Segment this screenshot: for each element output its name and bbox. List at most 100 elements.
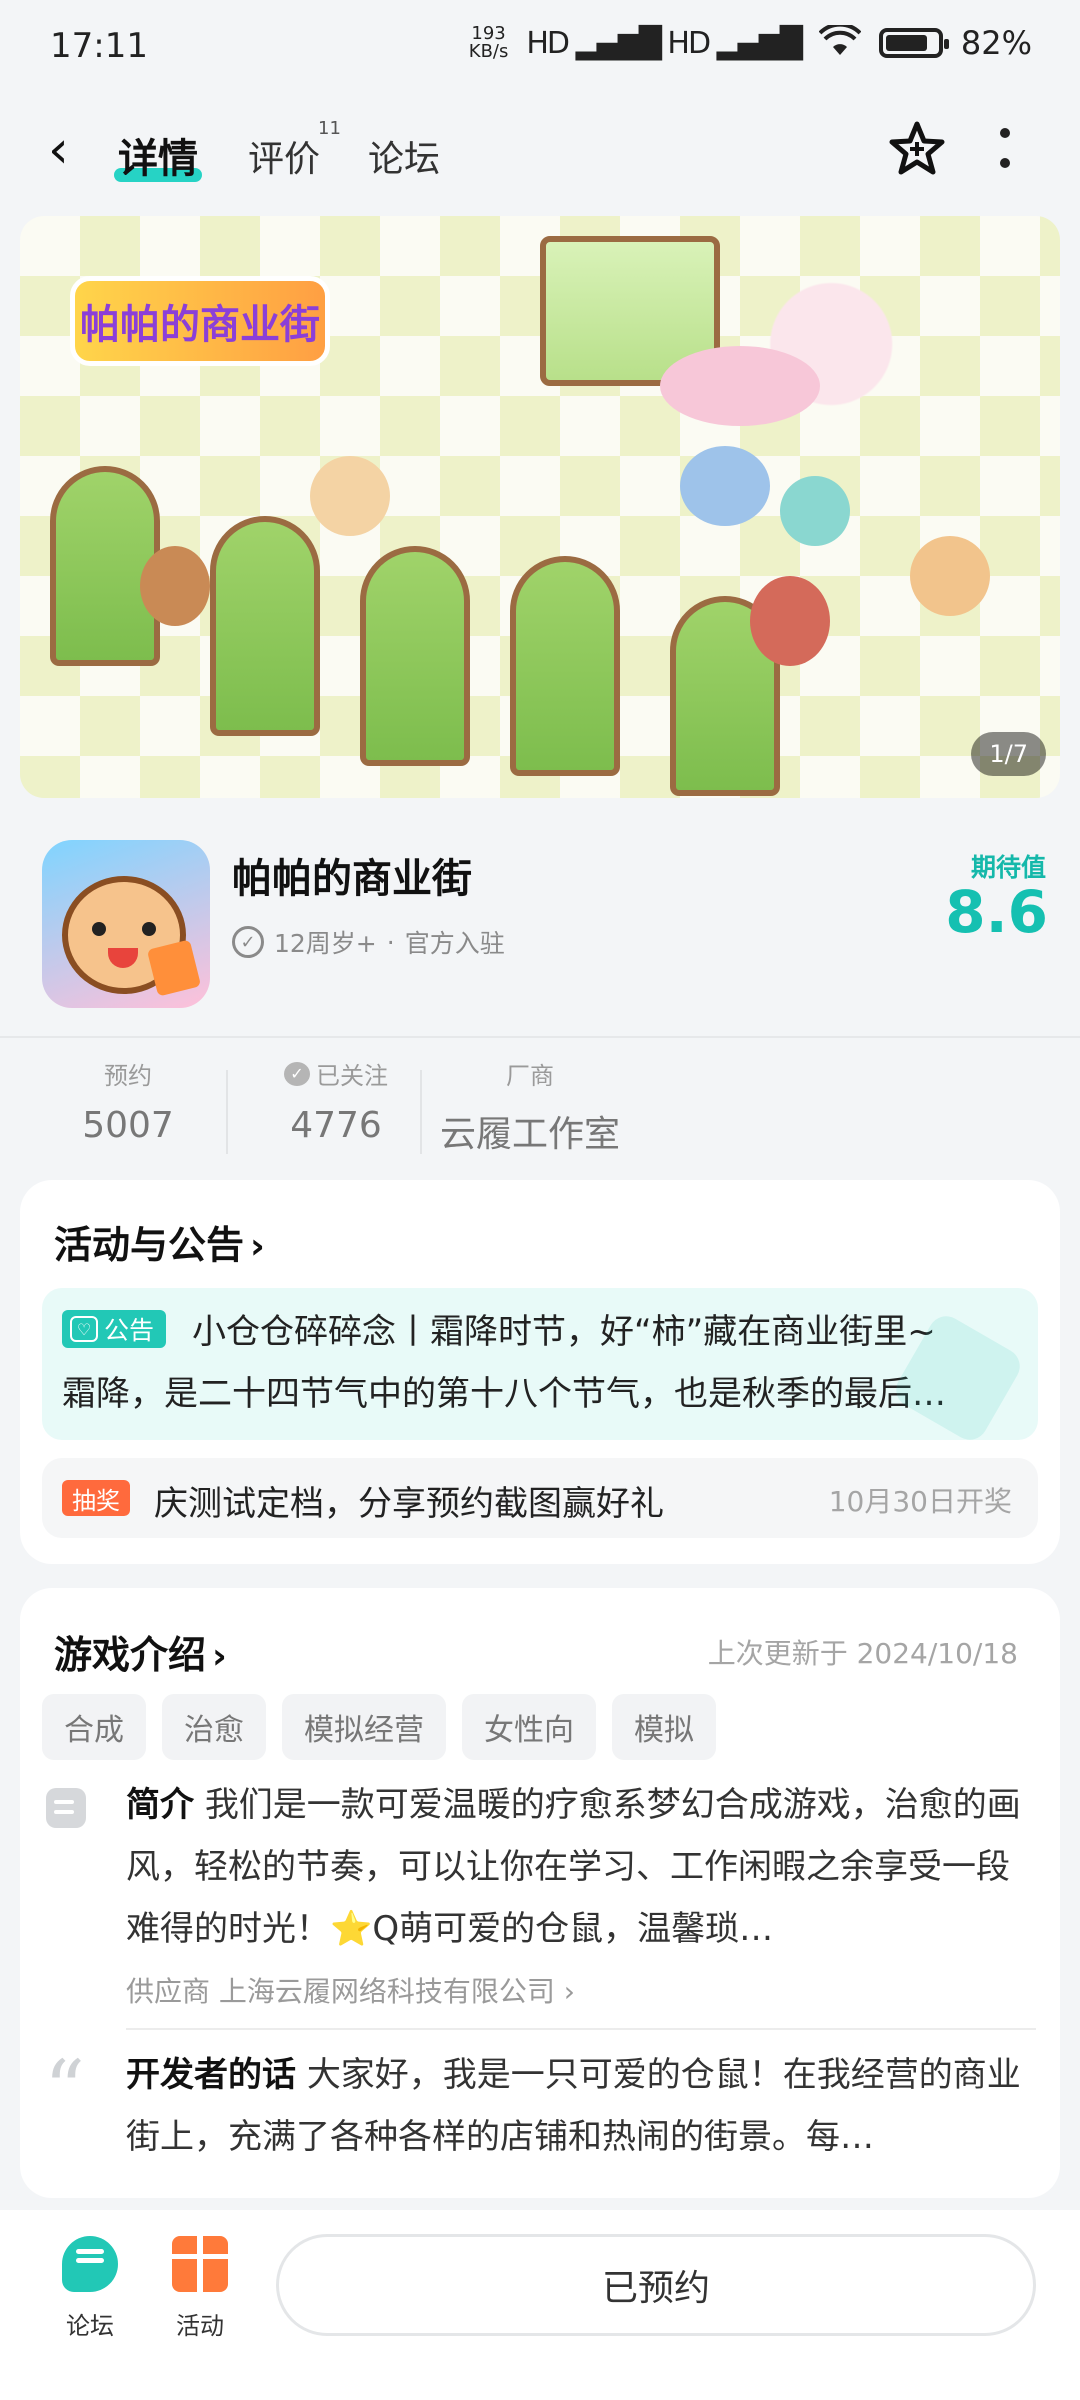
- bottom-forum-label: 论坛: [66, 2312, 114, 2340]
- app-icon: [42, 840, 210, 1008]
- chevron-right-icon: ›: [250, 1226, 265, 1267]
- stat-reserve: 预约 5007: [68, 1056, 188, 1146]
- banner-hamster: [310, 456, 390, 536]
- stat-separator: [226, 1070, 228, 1154]
- signal-icon: HD ▂▄▆█ HD ▂▄▆█: [526, 25, 802, 61]
- intro-summary-text: 我们是一款可爱温暖的疗愈系梦幻合成游戏，治愈的画风，轻松的节奏，可以让你在学习、…: [126, 1785, 1021, 1949]
- top-nav: ‹ 详情 评价 11 论坛: [0, 110, 1080, 194]
- section-divider: [0, 1036, 1080, 1038]
- intro-divider: [126, 2028, 1036, 2030]
- back-icon[interactable]: ‹: [48, 124, 69, 176]
- lottery-tag: 抽奖: [62, 1480, 130, 1516]
- stat-follow-label-text: 已关注: [316, 1062, 388, 1090]
- battery-percent: 82%: [960, 24, 1032, 62]
- banner-shelf: [510, 556, 620, 776]
- stat-follow-value: 4776: [290, 1105, 382, 1146]
- network-speed: 193 KB/s: [469, 25, 509, 61]
- banner-shelf: [210, 516, 320, 736]
- screenshot-banner[interactable]: 帕帕的商业街 1/7: [20, 216, 1060, 798]
- status-icons: 193 KB/s HD ▂▄▆█ HD ▂▄▆█ 82%: [469, 22, 1032, 62]
- banner-paw-rug: [660, 346, 820, 426]
- app-name: 帕帕的商业街: [232, 856, 472, 902]
- genre-tag[interactable]: 女性向: [462, 1694, 596, 1760]
- banner-shelf: [360, 546, 470, 766]
- developer-note-label: 开发者的话: [126, 2055, 296, 2095]
- intro-title[interactable]: 游戏介绍 ›: [54, 1624, 227, 1679]
- banner-hamster: [680, 446, 770, 526]
- tab-reviews[interactable]: 评价: [248, 130, 320, 182]
- quote-icon: “: [44, 2043, 85, 2136]
- banner-hamster: [780, 476, 850, 546]
- bottom-activity-label: 活动: [176, 2312, 224, 2340]
- stats-row: 预约 5007 ✓ 已关注 4776 厂商 云履工作室: [0, 1056, 1080, 1176]
- bottom-activity[interactable]: 活动: [150, 2236, 250, 2341]
- banner-hamster: [140, 546, 210, 626]
- expect-value: 8.6: [945, 878, 1048, 946]
- genre-tags: 合成 治愈 模拟经营 女性向 模拟: [42, 1694, 716, 1760]
- wifi-icon: [818, 22, 862, 61]
- game-logo: 帕帕的商业街: [70, 276, 330, 366]
- stat-separator: [420, 1070, 422, 1154]
- stat-maker[interactable]: 厂商 云履工作室: [440, 1056, 620, 1157]
- genre-tag[interactable]: 治愈: [162, 1694, 266, 1760]
- banner-hamster: [750, 576, 830, 666]
- heart-check-icon: ✓: [284, 1061, 310, 1086]
- activity-card: 活动与公告 › ♡ 公告 小仓仓碎碎念丨霜降时节，好“柿”藏在商业街里~ 霜降，是…: [20, 1180, 1060, 1564]
- app-header: 帕帕的商业街 ✓ 12周岁+ · 官方入驻 期待值 8.6: [0, 820, 1080, 1030]
- notice-item[interactable]: ♡ 公告 小仓仓碎碎念丨霜降时节，好“柿”藏在商业街里~ 霜降，是二十四节气中的…: [42, 1288, 1038, 1440]
- supplier-link[interactable]: 供应商 上海云履网络科技有限公司 ›: [126, 1970, 575, 2010]
- meta-separator: ·: [386, 927, 395, 957]
- bottom-forum[interactable]: 论坛: [40, 2236, 140, 2341]
- app-icon-bag: [146, 939, 202, 997]
- lottery-item[interactable]: 抽奖 庆测试定档，分享预约截图赢好礼 10月30日开奖: [42, 1458, 1038, 1538]
- official-label: 官方入驻: [404, 929, 505, 958]
- activity-title[interactable]: 活动与公告 ›: [54, 1214, 265, 1269]
- notice-excerpt: 霜降，是二十四节气中的第十八个节气，也是秋季的最后…: [62, 1374, 946, 1414]
- notice-title: 小仓仓碎碎念丨霜降时节，好“柿”藏在商业街里~: [192, 1312, 936, 1352]
- stat-maker-label: 厂商: [506, 1062, 554, 1090]
- notice-tag: ♡ 公告: [62, 1310, 167, 1348]
- genre-tag[interactable]: 模拟: [612, 1694, 716, 1760]
- battery-level: [885, 35, 927, 51]
- tab-forum-label: 论坛: [368, 139, 441, 180]
- age-rating: 12周岁+: [274, 929, 377, 958]
- stat-reserve-value: 5007: [82, 1105, 174, 1146]
- intro-summary[interactable]: 简介 我们是一款可爱温暖的疗愈系梦幻合成游戏，治愈的画风，轻松的节奏，可以让你在…: [126, 1774, 1036, 1960]
- lottery-title: 庆测试定档，分享预约截图赢好礼: [154, 1484, 664, 1524]
- app-meta: ✓ 12周岁+ · 官方入驻: [232, 924, 505, 960]
- bottom-action-bar: 论坛 活动 已预约: [0, 2210, 1080, 2400]
- stat-follow[interactable]: ✓ 已关注 4776: [256, 1056, 416, 1146]
- stat-reserve-label: 预约: [104, 1062, 152, 1090]
- notice-tag-label: 公告: [104, 1316, 155, 1345]
- activity-title-text: 活动与公告: [54, 1223, 245, 1267]
- tab-details-label: 详情: [118, 136, 198, 182]
- genre-tag[interactable]: 模拟经营: [282, 1694, 446, 1760]
- document-icon: [46, 1788, 86, 1828]
- battery-icon: [878, 28, 949, 58]
- check-icon: ✓: [232, 926, 264, 958]
- reviews-count-badge: 11: [318, 118, 341, 139]
- reserved-button[interactable]: 已预约: [276, 2234, 1036, 2336]
- stat-maker-value: 云履工作室: [440, 1114, 621, 1155]
- stat-follow-label: ✓ 已关注: [256, 1056, 416, 1091]
- last-updated: 上次更新于 2024/10/18: [707, 1637, 1018, 1670]
- tab-reviews-label: 评价: [248, 139, 321, 180]
- intro-card: 游戏介绍 › 上次更新于 2024/10/18 合成 治愈 模拟经营 女性向 模拟…: [20, 1588, 1060, 2198]
- developer-note[interactable]: 开发者的话 大家好，我是一只可爱的仓鼠！在我经营的商业街上，充满了各种各样的店铺…: [126, 2044, 1036, 2168]
- tab-forum[interactable]: 论坛: [368, 130, 440, 182]
- chevron-right-icon: ›: [212, 1636, 227, 1677]
- genre-tag[interactable]: 合成: [42, 1694, 146, 1760]
- gift-icon: [172, 2236, 228, 2292]
- banner-counter: 1/7: [971, 732, 1046, 776]
- heart-icon: ♡: [70, 1316, 98, 1342]
- network-speed-unit: KB/s: [468, 41, 509, 62]
- intro-summary-label: 简介: [126, 1785, 194, 1825]
- status-time: 17:11: [50, 26, 148, 66]
- star-icon[interactable]: [888, 120, 946, 178]
- tab-details[interactable]: 详情: [114, 126, 202, 184]
- lottery-date: 10月30日开奖: [828, 1485, 1012, 1518]
- forum-icon: [62, 2236, 118, 2292]
- status-bar: 17:11 193 KB/s HD ▂▄▆█ HD ▂▄▆█ 82%: [0, 0, 1080, 96]
- more-icon[interactable]: [998, 128, 1012, 168]
- intro-title-text: 游戏介绍: [54, 1633, 207, 1677]
